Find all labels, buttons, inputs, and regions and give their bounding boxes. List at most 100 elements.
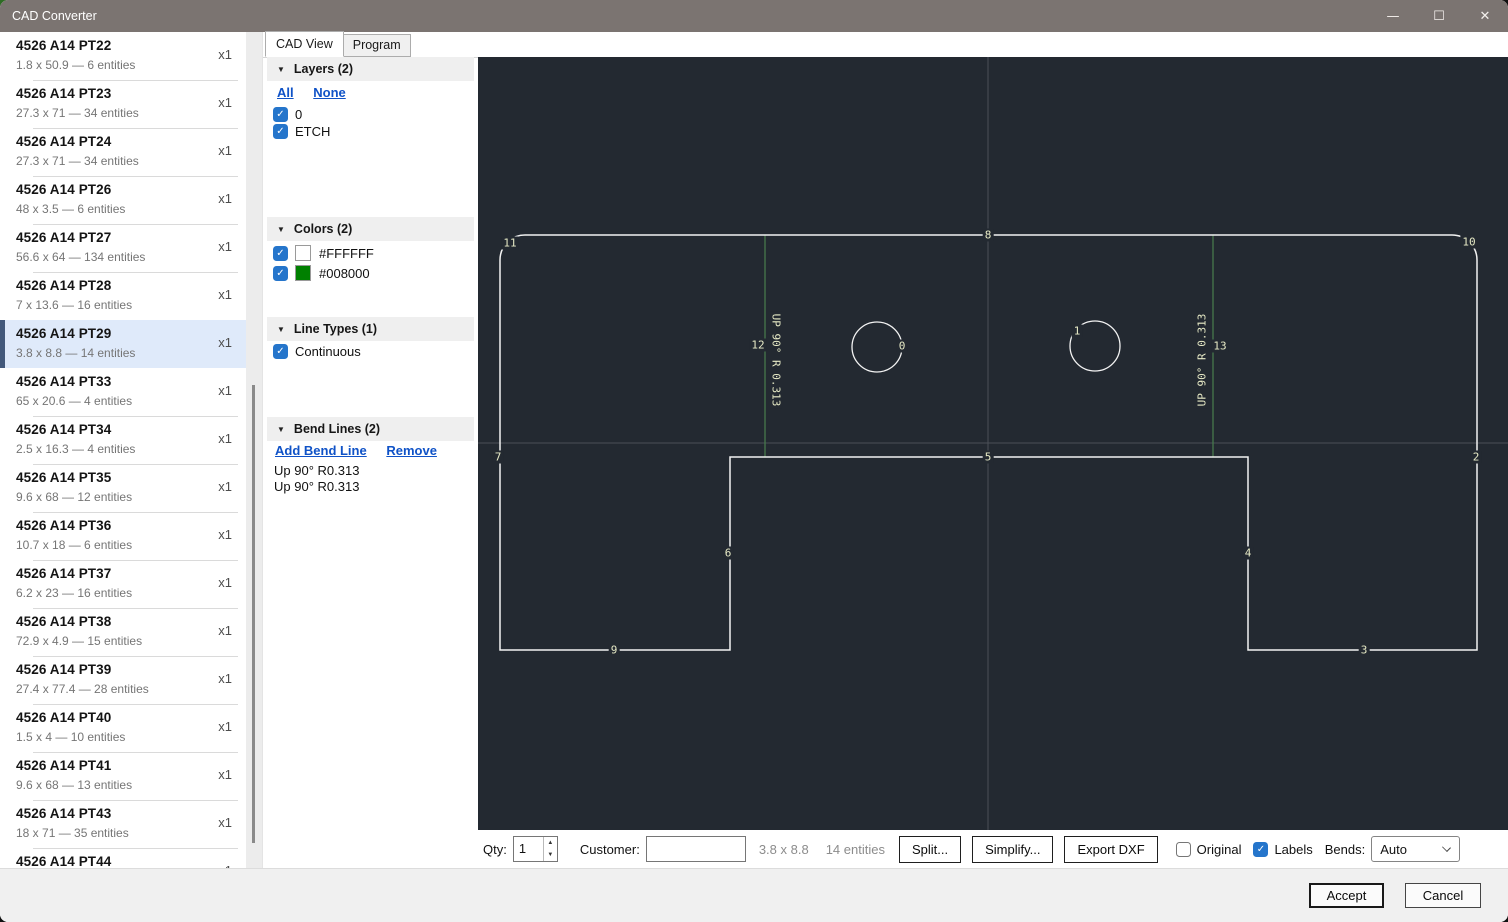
tab-cad-view[interactable]: CAD View: [265, 31, 344, 57]
checkbox-row[interactable]: ✓ #FFFFFF: [273, 245, 374, 261]
minimize-button[interactable]: —: [1370, 0, 1416, 32]
list-item[interactable]: 4526 A14 PT419.6 x 68 — 13 entitiesx1: [0, 752, 246, 800]
cancel-button[interactable]: Cancel: [1405, 883, 1481, 908]
close-button[interactable]: ✕: [1462, 0, 1508, 32]
list-item[interactable]: 4526 A14 PT342.5 x 16.3 — 4 entitiesx1: [0, 416, 246, 464]
list-item[interactable]: 4526 A14 PT2327.3 x 71 — 34 entitiesx1: [0, 80, 246, 128]
entity-label: 9: [609, 644, 620, 657]
list-item[interactable]: 4526 A14 PT376.2 x 23 — 16 entitiesx1: [0, 560, 246, 608]
list-item[interactable]: 4526 A14 PT4318 x 71 — 35 entitiesx1: [0, 800, 246, 848]
list-item[interactable]: 4526 A14 PT44x1: [0, 848, 246, 868]
part-qty: x1: [218, 479, 232, 494]
list-item[interactable]: 4526 A14 PT3610.7 x 18 — 6 entitiesx1: [0, 512, 246, 560]
entity-label: 4: [1243, 547, 1254, 560]
list-item[interactable]: 4526 A14 PT401.5 x 4 — 10 entitiesx1: [0, 704, 246, 752]
customer-label: Customer:: [580, 842, 640, 857]
part-name: 4526 A14 PT43: [16, 806, 232, 821]
part-dimensions: 3.8 x 8.8: [759, 842, 809, 857]
footer-bar: Accept Cancel: [0, 868, 1508, 922]
checkbox[interactable]: ✓: [273, 107, 288, 122]
remove-bend-line-link[interactable]: Remove: [386, 443, 437, 458]
bend-line-entry[interactable]: Up 90° R0.313: [274, 463, 359, 478]
part-qty: x1: [218, 287, 232, 302]
list-item[interactable]: 4526 A14 PT3927.4 x 77.4 — 28 entitiesx1: [0, 656, 246, 704]
tab-program[interactable]: Program: [343, 34, 411, 57]
add-bend-line-link[interactable]: Add Bend Line: [275, 443, 367, 458]
part-qty: x1: [218, 335, 232, 350]
layers-section-header[interactable]: ▼ Layers (2): [267, 57, 474, 81]
part-qty: x1: [218, 767, 232, 782]
checkbox[interactable]: ✓: [273, 124, 288, 139]
part-name: 4526 A14 PT27: [16, 230, 232, 245]
labels-checkbox[interactable]: ✓: [1253, 842, 1268, 857]
list-item[interactable]: 4526 A14 PT221.8 x 50.9 — 6 entitiesx1: [0, 32, 246, 80]
list-item[interactable]: 4526 A14 PT2648 x 3.5 — 6 entitiesx1: [0, 176, 246, 224]
original-checkbox-row[interactable]: Original: [1176, 842, 1242, 857]
spin-up-icon[interactable]: ▲: [544, 837, 557, 849]
parts-list[interactable]: 4526 A14 PT221.8 x 50.9 — 6 entitiesx145…: [0, 32, 246, 868]
part-name: 4526 A14 PT26: [16, 182, 232, 197]
spin-down-icon[interactable]: ▼: [544, 849, 557, 861]
part-summary: 2.5 x 16.3 — 4 entities: [16, 442, 232, 456]
collapse-triangle-icon: ▼: [277, 425, 285, 434]
checkbox-row[interactable]: ✓ ETCH: [273, 124, 330, 139]
entity-label: 1: [1072, 325, 1083, 338]
cad-viewport[interactable]: 118107526493011213UP 90° R 0.313UP 90° R…: [478, 57, 1508, 830]
bottom-controls: Qty: 1 ▲ ▼ Customer: 3.8 x 8.8 14 entiti…: [478, 830, 1508, 868]
checkbox-label: Continuous: [295, 344, 361, 359]
scrollbar-thumb[interactable]: [252, 385, 255, 843]
list-item[interactable]: 4526 A14 PT27 56.6 x 64 — 134 entitiesx1: [0, 224, 246, 272]
checkbox[interactable]: ✓: [273, 344, 288, 359]
split-button[interactable]: Split...: [899, 836, 961, 863]
checkbox[interactable]: ✓: [273, 246, 288, 261]
list-item[interactable]: 4526 A14 PT359.6 x 68 — 12 entitiesx1: [0, 464, 246, 512]
bends-dropdown[interactable]: Auto: [1371, 836, 1460, 862]
list-item[interactable]: 4526 A14 PT2427.3 x 71 — 34 entitiesx1: [0, 128, 246, 176]
checkbox-label: ETCH: [295, 124, 330, 139]
customer-input[interactable]: [646, 836, 746, 862]
cad-converter-window: CAD Converter — ☐ ✕ 4526 A14 PT221.8 x 5…: [0, 0, 1508, 922]
labels-checkbox-row[interactable]: ✓ Labels: [1253, 842, 1312, 857]
parts-list-scrollbar[interactable]: [246, 32, 262, 868]
part-qty: x1: [218, 47, 232, 62]
list-item-selected[interactable]: 4526 A14 PT293.8 x 8.8 — 14 entitiesx1: [0, 320, 246, 368]
part-summary: 27.4 x 77.4 — 28 entities: [16, 682, 232, 696]
layers-all-link[interactable]: All: [277, 85, 294, 100]
part-summary: 48 x 3.5 — 6 entities: [16, 202, 232, 216]
part-summary: 56.6 x 64 — 134 entities: [16, 250, 232, 264]
qty-stepper[interactable]: 1 ▲ ▼: [513, 836, 558, 862]
export-dxf-button[interactable]: Export DXF: [1064, 836, 1157, 863]
list-item[interactable]: 4526 A14 PT287 x 13.6 — 16 entitiesx1: [0, 272, 246, 320]
qty-spinner: ▲ ▼: [543, 837, 557, 861]
part-qty: x1: [218, 239, 232, 254]
maximize-button[interactable]: ☐: [1416, 0, 1462, 32]
bend-line-entry[interactable]: Up 90° R0.313: [274, 479, 359, 494]
part-summary: 10.7 x 18 — 6 entities: [16, 538, 232, 552]
accept-button[interactable]: Accept: [1309, 883, 1384, 908]
list-item[interactable]: 4526 A14 PT3365 x 20.6 — 4 entitiesx1: [0, 368, 246, 416]
bend-lines-section-header[interactable]: ▼ Bend Lines (2): [267, 417, 474, 441]
checkbox[interactable]: ✓: [273, 266, 288, 281]
title-bar[interactable]: CAD Converter — ☐ ✕: [0, 0, 1508, 32]
part-summary: 7 x 13.6 — 16 entities: [16, 298, 232, 312]
checkbox-label: #FFFFFF: [319, 246, 374, 261]
part-summary: 1.8 x 50.9 — 6 entities: [16, 58, 232, 72]
line-types-section-header[interactable]: ▼ Line Types (1): [267, 317, 474, 341]
colors-section-header[interactable]: ▼ Colors (2): [267, 217, 474, 241]
labels-label: Labels: [1274, 842, 1312, 857]
part-name: 4526 A14 PT38: [16, 614, 232, 629]
checkbox-row[interactable]: ✓ Continuous: [273, 344, 361, 359]
part-qty: x1: [218, 143, 232, 158]
part-name: 4526 A14 PT24: [16, 134, 232, 149]
bends-value: Auto: [1380, 842, 1407, 857]
list-item[interactable]: 4526 A14 PT3872.9 x 4.9 — 15 entitiesx1: [0, 608, 246, 656]
entity-label: 2: [1471, 451, 1482, 464]
checkbox-row[interactable]: ✓0: [273, 107, 302, 122]
checkbox-row[interactable]: ✓#008000: [273, 265, 370, 281]
layers-none-link[interactable]: None: [313, 85, 346, 100]
part-summary: 1.5 x 4 — 10 entities: [16, 730, 232, 744]
qty-value[interactable]: 1: [514, 837, 543, 861]
part-qty: x1: [218, 527, 232, 542]
simplify-button[interactable]: Simplify...: [972, 836, 1053, 863]
original-checkbox[interactable]: [1176, 842, 1191, 857]
